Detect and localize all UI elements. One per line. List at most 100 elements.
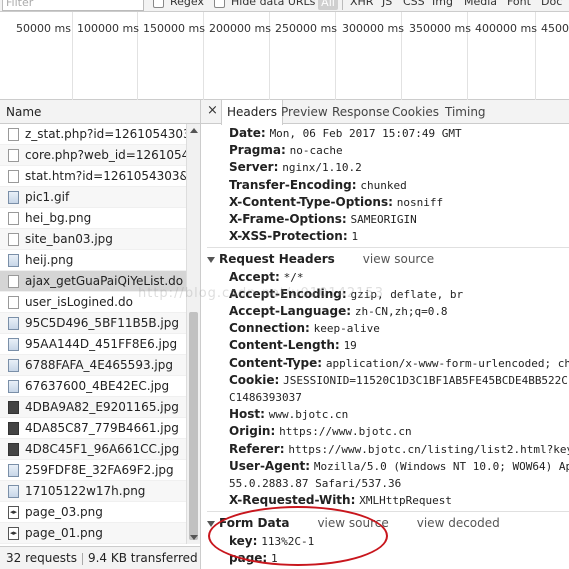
timeline-label: 250000 ms: [275, 22, 337, 35]
image-icon: [8, 191, 19, 204]
header-value: https://www.bjotc.cn: [279, 425, 412, 439]
scrollbar-thumb[interactable]: [189, 312, 198, 540]
header-value: SAMEORIGIN: [350, 213, 417, 226]
headers-content: Date: Mon, 06 Feb 2017 15:07:49 GMT Pragm…: [201, 124, 569, 569]
tab-cookies[interactable]: Cookies: [387, 100, 444, 124]
view-decoded-link[interactable]: view decoded: [417, 516, 500, 530]
view-source-link[interactable]: view source: [363, 252, 434, 266]
header-key: Referer:: [229, 441, 285, 456]
header-value: chunked: [360, 178, 407, 192]
request-row[interactable]: ◂▸ page_01.png: [0, 523, 186, 544]
header-value: www.bjotc.cn: [268, 408, 349, 422]
request-row[interactable]: z_stat.php?id=1261054303...: [0, 124, 186, 145]
request-row[interactable]: user_isLogined.do: [0, 292, 186, 313]
request-name: 67637600_4BE42EC.jpg: [25, 379, 170, 393]
timeline-label: 50000 ms: [16, 22, 71, 35]
request-name: pic1.gif: [25, 190, 70, 204]
request-name: 95C5D496_5BF11B5B.jpg: [25, 316, 179, 330]
image-icon: [8, 401, 19, 414]
scroll-down-arrow-icon[interactable]: [190, 535, 198, 540]
request-row[interactable]: pic1.gif: [0, 187, 186, 208]
hide-data-urls-checkbox[interactable]: [214, 0, 225, 8]
header-value: application/x-www-form-urlencoded; char: [325, 356, 569, 370]
image-icon: [8, 254, 19, 267]
request-count: 32 requests: [6, 551, 77, 565]
header-row: Server: nginx/1.10.2: [229, 160, 362, 174]
status-separator: [81, 552, 83, 565]
request-row[interactable]: 67637600_4BE42EC.jpg: [0, 376, 186, 397]
request-row[interactable]: ◂▸ page_03.png: [0, 502, 186, 523]
request-row[interactable]: 4DBA9A82_E9201165.jpg: [0, 397, 186, 418]
section-divider: [207, 247, 569, 249]
header-row: Accept: */*: [229, 270, 303, 284]
request-row[interactable]: 17105122w17h.png: [0, 481, 186, 502]
tab-headers[interactable]: Headers: [221, 100, 283, 125]
tab-timing[interactable]: Timing: [440, 100, 491, 124]
filter-input[interactable]: Filter: [2, 0, 144, 11]
document-icon: [8, 233, 19, 246]
transferred-size: 9.4 KB transferred: [87, 551, 198, 565]
collapse-triangle-icon[interactable]: [207, 256, 215, 263]
type-filter-js[interactable]: JS: [382, 0, 392, 9]
section-title: Form Data: [219, 516, 290, 531]
header-value: Mon, 06 Feb 2017 15:07:49 GMT: [269, 127, 462, 140]
header-key: page:: [229, 550, 268, 565]
type-filter-all[interactable]: All: [318, 0, 338, 10]
request-row[interactable]: 4D8C45F1_96A661CC.jpg: [0, 439, 186, 460]
timeline-label: 100000 ms: [77, 22, 139, 35]
request-list: z_stat.php?id=1261054303... core.php?web_…: [0, 124, 186, 544]
type-filter-media[interactable]: Media: [464, 0, 497, 9]
request-headers-section[interactable]: Request Headers view source: [207, 252, 434, 266]
section-divider: [207, 511, 569, 513]
request-row[interactable]: stat.htm?id=1261054303&r...: [0, 166, 186, 187]
image-icon: [8, 485, 19, 498]
header-value: nginx/1.10.2: [282, 161, 362, 175]
request-row[interactable]: 4DA85C87_779B4661.jpg: [0, 418, 186, 439]
request-row[interactable]: hei_bg.png: [0, 208, 186, 229]
header-row: Origin: https://www.bjotc.cn: [229, 424, 412, 438]
image-icon: [8, 338, 19, 351]
type-filter-img[interactable]: Img: [432, 0, 453, 9]
request-row[interactable]: core.php?web_id=12610543...: [0, 145, 186, 166]
timeline-overview[interactable]: 50000 ms 100000 ms 150000 ms 200000 ms 2…: [0, 12, 569, 100]
timeline-label: 400000 ms: [475, 22, 537, 35]
request-list-scrollbar[interactable]: [186, 124, 200, 544]
request-row[interactable]: heij.png: [0, 250, 186, 271]
header-key: Content-Type:: [229, 355, 323, 370]
header-row: key: 113%2C-1: [229, 534, 314, 548]
timeline-label: 4500: [541, 22, 569, 35]
request-name: user_isLogined.do: [25, 295, 133, 309]
view-source-link[interactable]: view source: [317, 516, 388, 530]
type-filter-doc[interactable]: Doc: [541, 0, 562, 9]
header-value: 1: [351, 230, 359, 244]
header-value: 1: [271, 551, 278, 565]
tab-preview[interactable]: Preview: [276, 100, 333, 124]
type-filter-css[interactable]: CSS: [403, 0, 425, 9]
request-name: site_ban03.jpg: [25, 232, 113, 246]
name-column-header[interactable]: Name: [0, 100, 200, 124]
header-value: https://www.bjotc.cn/listing/list2.html?…: [288, 442, 569, 456]
request-row[interactable]: 95AA144D_451FF8E6.jpg: [0, 334, 186, 355]
form-data-section[interactable]: Form Data view source view decoded: [207, 516, 500, 530]
header-key: Date:: [229, 126, 266, 140]
header-row: Referer: https://www.bjotc.cn/listing/li…: [229, 442, 569, 456]
scroll-up-arrow-icon[interactable]: [190, 128, 198, 133]
request-row[interactable]: site_ban03.jpg: [0, 229, 186, 250]
header-value: zh-CN,zh;q=0.8: [354, 305, 448, 318]
request-row[interactable]: 259FDF8E_32FA69F2.jpg: [0, 460, 186, 481]
header-row: 55.0.2883.87 Safari/537.36: [229, 476, 401, 490]
timeline-label: 300000 ms: [342, 22, 404, 35]
close-icon[interactable]: ×: [207, 103, 218, 118]
header-key: Pragma:: [229, 143, 286, 158]
image-icon: [8, 359, 19, 372]
header-key: User-Agent:: [229, 458, 311, 473]
tab-response[interactable]: Response: [327, 100, 395, 124]
request-row[interactable]: ajax_getGuaPaiQiYeList.do: [0, 271, 186, 292]
type-filter-xhr[interactable]: XHR: [350, 0, 373, 9]
regex-checkbox[interactable]: [153, 0, 164, 8]
collapse-triangle-icon[interactable]: [207, 520, 215, 527]
header-row: Pragma: no-cache: [229, 143, 343, 157]
type-filter-font[interactable]: Font: [507, 0, 531, 9]
request-row[interactable]: 95C5D496_5BF11B5B.jpg: [0, 313, 186, 334]
request-row[interactable]: 6788FAFA_4E465593.jpg: [0, 355, 186, 376]
